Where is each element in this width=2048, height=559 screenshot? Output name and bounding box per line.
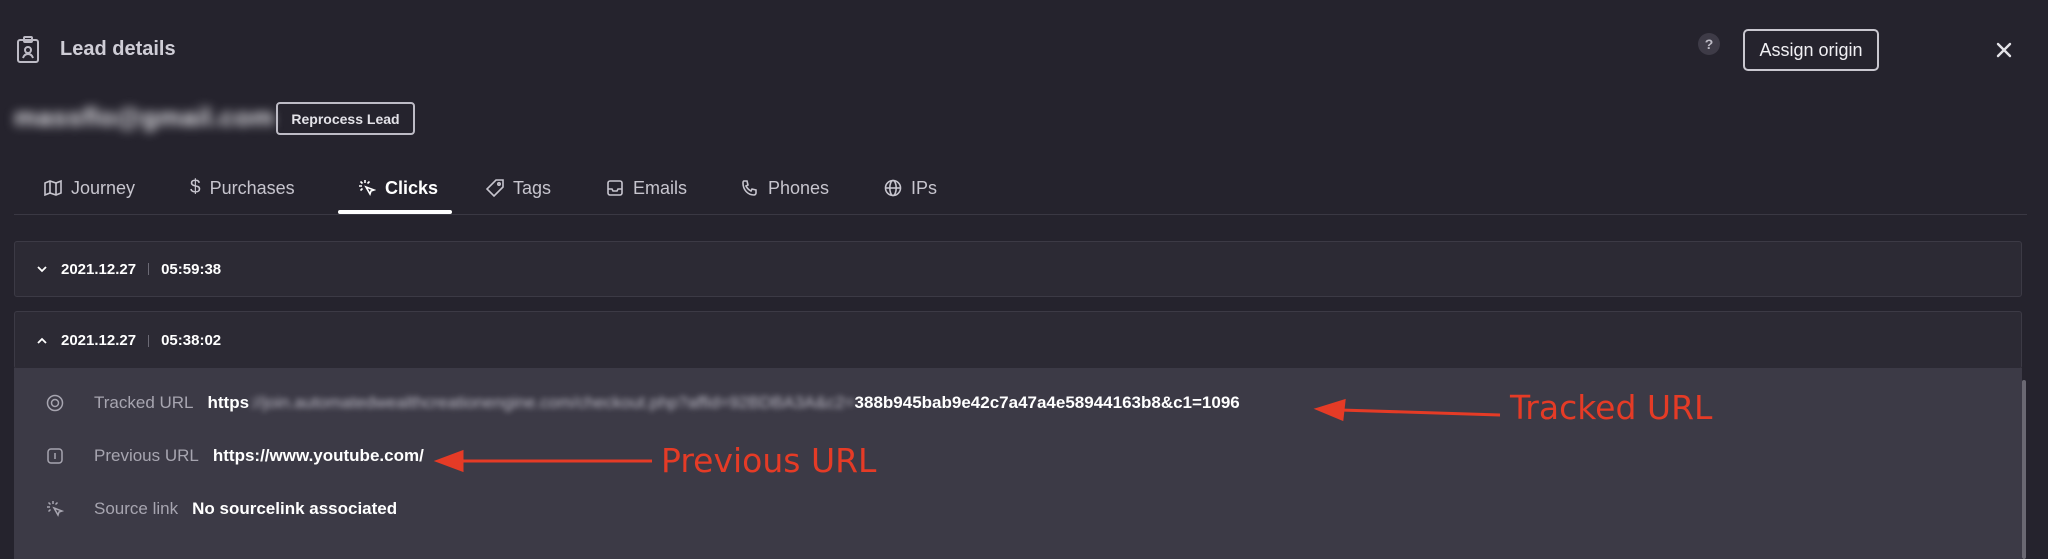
tracked-url-arrowhead <box>1313 398 1346 422</box>
tracked-url-annotation: Tracked URL <box>1510 388 1713 427</box>
previous-url-arrowhead <box>433 449 464 473</box>
tracked-url-arrow <box>1339 408 1501 417</box>
annotation-arrows <box>433 398 1501 473</box>
previous-url-annotation: Previous URL <box>661 441 877 480</box>
